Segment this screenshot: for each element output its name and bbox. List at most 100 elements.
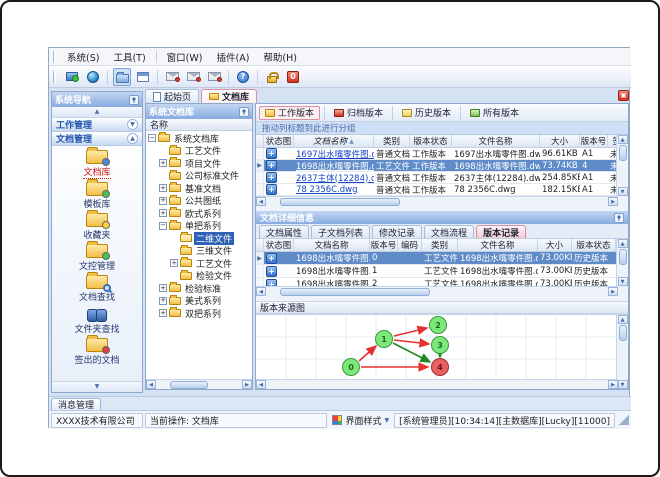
expand-icon[interactable] [159,159,167,168]
table-row[interactable]: 78 2356C.dwg 普通文档 工作版本 78 2356C.dwg 182.… [256,184,618,196]
column-version-state[interactable]: 版本状态 [572,239,616,251]
scrollbar-thumb[interactable] [618,325,627,341]
column-version-no[interactable]: 版本号 [580,135,608,147]
expand-icon[interactable] [159,284,167,293]
scrollbar-thumb[interactable] [280,197,400,206]
table-row[interactable]: 1698出水嘴零件图.dwg 1 工艺文件 1698出水嘴零件图.dwg 73.… [256,265,618,278]
column-code[interactable]: 编码 [398,239,422,251]
scroll-up-icon[interactable] [617,315,628,324]
expand-icon[interactable] [159,296,167,305]
pin-icon[interactable] [239,106,249,117]
collapse-icon[interactable] [159,221,167,230]
version-graph-canvas[interactable]: 0 1 2 3 4 [256,315,616,381]
sidebar-item-folder-search[interactable]: 文件夹查找 [52,305,142,336]
menu-window[interactable]: 窗口(W) [160,48,210,66]
lock-icon[interactable] [263,68,281,86]
scroll-right-icon[interactable] [608,287,618,296]
column-size[interactable]: 大小 [540,135,580,147]
tree-node[interactable]: 工艺文件 [146,144,252,157]
tree-node[interactable]: 欧式系列 [146,207,252,220]
tree-node[interactable]: 公司标准文件 [146,169,252,182]
column-status[interactable]: 状态图 [264,135,294,147]
scrollbar-thumb[interactable] [170,380,208,389]
scroll-left-icon[interactable] [256,197,266,206]
tree-horizontal-scrollbar[interactable] [146,379,252,389]
column-doc-name[interactable]: 文档名称 [294,135,374,147]
table-row[interactable]: 2637主体(12284).dwg 普通文档 工作版本 2637主体(12284… [256,172,618,184]
tree-node[interactable]: 系统文档库 [146,132,252,145]
menu-plugins[interactable]: 插件(A) [209,48,256,66]
tab-version-records[interactable]: 版本记录 [476,225,527,239]
tab-start-page[interactable]: 起始页 [145,89,200,103]
graph-vertical-scrollbar[interactable] [616,315,628,389]
column-doc-name[interactable]: 文档名称 [294,239,370,251]
scroll-left-icon[interactable] [256,380,266,389]
exit-icon[interactable] [284,68,302,86]
sidebar-scroll-down[interactable] [52,381,142,392]
column-version-no[interactable]: 版本号 [370,239,398,251]
menu-help[interactable]: 帮助(H) [256,48,304,66]
table-row-selected[interactable]: 1698出水嘴零件图.dwg 0 工艺文件 1698出水嘴零件图.dwg 73.… [256,252,618,265]
collapse-icon[interactable] [148,134,156,143]
tree-node[interactable]: 三维文件 [146,244,252,257]
history-version-button[interactable]: 历史版本 [397,106,456,120]
help-icon[interactable] [234,68,252,86]
table-row[interactable]: 1698出水嘴零件图.dwg 2 工艺文件 1698出水嘴零件图.dwg 73.… [256,278,618,286]
scroll-right-icon[interactable] [242,380,252,389]
tree-node[interactable]: 检验标准 [146,282,252,295]
scroll-right-icon[interactable] [608,380,618,389]
grid-vertical-scrollbar[interactable] [616,239,628,286]
tree-node[interactable]: 双把系列 [146,307,252,320]
toolbar-grip[interactable] [53,70,56,83]
scrollbar-thumb[interactable] [618,145,627,161]
pin-icon[interactable] [129,94,139,105]
table-row[interactable]: 1697出水嘴零件图.dwg 普通文档 工作版本 1697出水嘴零件图.dwg … [256,148,618,160]
tree-node[interactable]: 检验文件 [146,269,252,282]
sidebar-group-docs[interactable]: 文档管理 [52,132,142,146]
menubar-grip[interactable] [53,50,56,63]
sidebar-item-doc-control[interactable]: 文控管理 [52,241,142,273]
column-category[interactable]: 类别 [422,239,458,251]
tree-node[interactable]: 美式系列 [146,294,252,307]
sidebar-scroll-up[interactable] [52,107,142,118]
scroll-left-icon[interactable] [146,380,156,389]
all-versions-button[interactable]: 所有版本 [465,106,524,120]
column-file-name[interactable]: 文件名称 [458,239,538,251]
sidebar-group-work[interactable]: 工作管理 [52,118,142,132]
message-management-tab[interactable]: 消息管理 [51,398,102,411]
chevron-down-icon[interactable] [127,119,138,130]
expand-icon[interactable] [159,184,167,193]
scroll-up-icon[interactable] [617,135,628,144]
grid-horizontal-scrollbar[interactable] [256,286,618,296]
tab-doc-library[interactable]: 文档库 [201,89,258,103]
group-by-bar[interactable]: 拖动列标题到此进行分组 [256,122,628,135]
archive-version-button[interactable]: 归档版本 [329,106,388,120]
tree-node[interactable]: 基准文档 [146,182,252,195]
grid-horizontal-scrollbar[interactable] [256,196,618,206]
tree-node-selected[interactable]: 二维文件 [146,231,252,245]
chevron-up-icon[interactable] [127,133,138,144]
display-icon[interactable] [63,68,81,86]
tab-subdoc-list[interactable]: 子文档列表 [311,225,371,239]
graph-horizontal-scrollbar[interactable] [256,379,618,389]
tab-doc-flow[interactable]: 文档流程 [424,225,475,239]
expand-icon[interactable] [159,209,167,218]
tree-node[interactable]: 公共图纸 [146,194,252,207]
scroll-left-icon[interactable] [256,287,266,296]
menu-tools[interactable]: 工具(T) [106,48,152,66]
column-size[interactable]: 大小 [538,239,572,251]
grid-vertical-scrollbar[interactable] [616,135,628,196]
column-category[interactable]: 类别 [374,135,410,147]
scroll-up-icon[interactable] [617,239,628,248]
close-tab-icon[interactable] [618,90,629,101]
tab-doc-properties[interactable]: 文档属性 [259,225,310,239]
scroll-down-icon[interactable] [617,380,628,389]
column-version-state[interactable]: 版本状态 [410,135,452,147]
ui-style-dropdown[interactable]: 界面样式 [329,413,392,428]
resize-grip[interactable] [619,415,629,425]
work-version-button[interactable]: 工作版本 [259,105,321,120]
calendar-icon[interactable] [134,68,152,86]
sidebar-item-doc-search[interactable]: 文档查找 [52,272,142,304]
mail-icon[interactable] [163,68,181,86]
globe-icon[interactable] [84,68,102,86]
